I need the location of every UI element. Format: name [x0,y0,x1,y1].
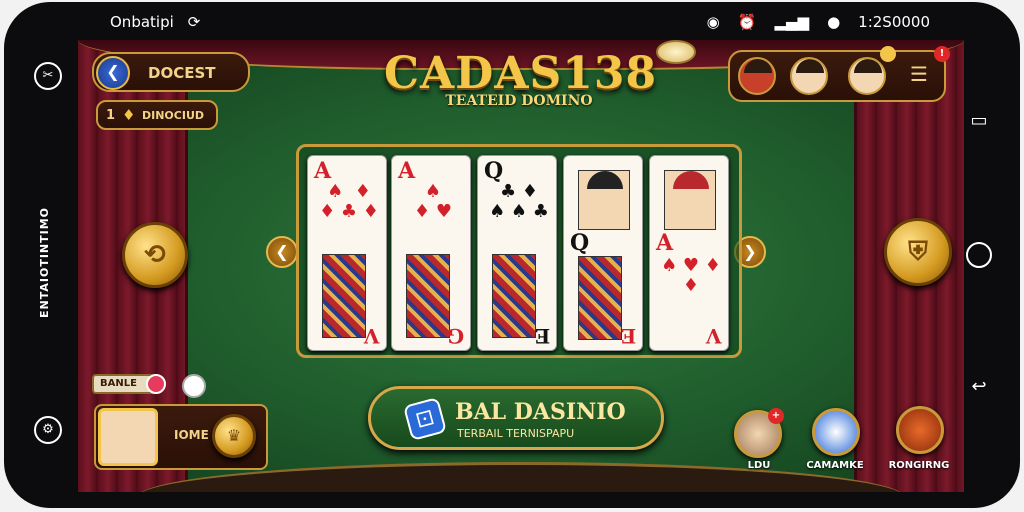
status-bar: Onbatipi ⟳ ◉ ⏰ ▂▄▆ ● 1:2S0000 [4,2,1020,42]
dice-mode-icon[interactable] [812,408,860,456]
card-pips: ♠ ♦ ♥ [414,181,452,222]
balance-value: DOCEST [148,64,216,82]
wifi-icon: ◉ [706,13,720,31]
back-icon[interactable]: ↩ [966,374,992,400]
card-face-art [322,254,366,338]
card-rank-bottom: E [534,324,550,348]
player-avatar-icon[interactable] [790,57,828,95]
ranking-label: RONGIRNG [888,460,950,471]
game-title: CADAS138 [384,48,658,99]
menu-icon[interactable]: ☰ [910,62,928,86]
coin-badge-icon [880,46,896,62]
left-action-button[interactable]: ⟲ [122,222,188,288]
prev-arrow-icon[interactable]: ❮ [266,236,298,268]
phone-frame: Onbatipi ⟳ ◉ ⏰ ▂▄▆ ● 1:2S0000 ✂ ENTAIOTI… [4,2,1020,508]
dice-icon: ⚀ [402,396,448,442]
alarm-icon: ⏰ [737,13,757,31]
notification-badge-icon: ! [934,46,950,62]
player-avatar-icon[interactable] [738,57,776,95]
game-screen: ❮ DOCEST 1 ♦ DINOCIUD CADAS138 TEATEID D… [78,40,964,492]
card-portrait [578,170,630,230]
gift-icon[interactable]: ♛ [212,414,256,458]
home-icon[interactable] [966,242,992,268]
card-rank-bottom: V [364,324,380,348]
camamke-label: CAMAMKE [806,460,864,471]
profile-panel[interactable]: IOME ♛ [94,404,268,470]
players-bar: ☰ ! [728,46,950,102]
card-face-art [406,254,450,338]
battery-icon: ● [827,13,841,31]
screenshot-icon[interactable]: ✂ [34,62,62,90]
die-icon [182,374,206,398]
playing-card[interactable]: A ♠ ♥ ♦ ♦ V [649,155,729,351]
profile-avatar-icon[interactable] [98,408,158,466]
card-portrait [664,170,716,230]
card-pips: ♠ ♦ ♦ ♣ ♦ [319,181,379,222]
profile-label: IOME [174,428,209,442]
clock: 1:2S0000 [858,13,930,31]
playing-card[interactable]: A ♠ ♦ ♦ ♣ ♦ V [307,155,387,351]
card-rank: Q [570,230,590,256]
gems-value: DINOCIUD [142,109,205,122]
sync-icon: ⟳ [187,13,201,31]
playing-card[interactable]: A ♠ ♦ ♥ G [391,155,471,351]
signal-icon: ▂▄▆ [774,13,810,31]
card-face-art [492,254,536,338]
balance-pill[interactable]: ❮ DOCEST [92,52,250,92]
gems-pill[interactable]: 1 ♦ DINOCIUD [96,100,218,130]
play-subtitle: TERBAIL TERNISPAPU [457,427,575,440]
status-left: Onbatipi ⟳ [110,13,200,31]
chip-icon [146,374,166,394]
back-arrow-icon[interactable]: ❮ [96,56,130,90]
recent-apps-icon[interactable]: ▭ [966,108,992,134]
card-rank: A [656,230,674,256]
friends-badge-icon: + [768,408,784,424]
side-vertical-text: ENTAIOTINTIMO [38,206,51,318]
trophy-icon[interactable] [896,406,944,454]
shield-button[interactable]: ⛨ [884,218,952,286]
playing-card[interactable]: Q E [563,155,643,351]
play-title: BAL DASINIO [455,399,626,425]
playing-card[interactable]: Q ♣ ♦ ♠ ♠ ♣ E [477,155,557,351]
small-banner-label: BANLE [100,378,137,389]
coin-icon [656,40,696,64]
card-rank-bottom: E [620,324,636,348]
play-button[interactable]: ⚀ BAL DASINIO TERBAIL TERNISPAPU [368,386,664,450]
card-rank-bottom: V [706,324,722,348]
card-pips: ♠ ♥ ♦ ♦ [661,255,721,296]
player-avatar-icon[interactable] [848,57,886,95]
gem-icon: ♦ [122,106,136,124]
card-pips: ♣ ♦ ♠ ♠ ♣ [489,181,549,222]
gems-prefix: 1 [106,108,116,123]
carrier-label: Onbatipi [110,13,174,31]
settings-icon[interactable]: ⚙ [34,416,62,444]
status-right: ◉ ⏰ ▂▄▆ ● 1:2S0000 [707,13,930,31]
card-rank: A [398,158,416,184]
cards-frame: A ♠ ♦ ♦ ♣ ♦ V A ♠ ♦ ♥ G Q ♣ ♦ ♠ ♠ ♣ E Q [296,144,742,358]
game-logo: CADAS138 TEATEID DOMINO [384,48,658,109]
card-face-art [578,256,622,340]
card-rank-bottom: G [446,324,464,348]
